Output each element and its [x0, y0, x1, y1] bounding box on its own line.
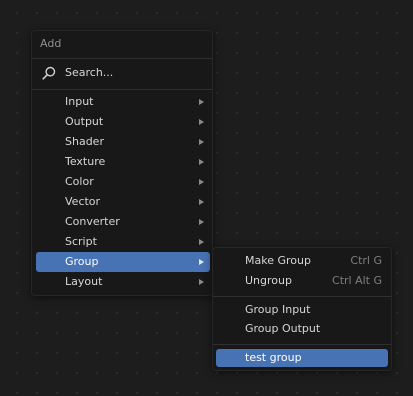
add-menu: Add Search... Input Output Shader Textur… [31, 30, 213, 296]
menu-item-test-group[interactable]: test group [216, 349, 388, 367]
chevron-right-icon [199, 239, 204, 245]
menu-item-label: Make Group [245, 254, 311, 267]
menu-item-label: Input [65, 95, 94, 108]
menu-item-color[interactable]: Color [36, 172, 210, 192]
chevron-right-icon [199, 119, 204, 125]
chevron-right-icon [199, 179, 204, 185]
menu-item-vector[interactable]: Vector [36, 192, 210, 212]
menu-item-texture[interactable]: Texture [36, 152, 210, 172]
menu-item-label: Ungroup [245, 274, 292, 287]
divider [32, 89, 212, 90]
menu-title: Add [40, 37, 62, 50]
chevron-right-icon [199, 219, 204, 225]
divider [32, 58, 212, 59]
menu-item-label: Converter [65, 215, 120, 228]
menu-item-make-group[interactable]: Make Group Ctrl G [216, 251, 388, 271]
chevron-right-icon [199, 279, 204, 285]
menu-item-label: Group [65, 255, 99, 268]
divider [213, 296, 391, 297]
shortcut-label: Ctrl Alt G [332, 274, 382, 287]
menu-item-input[interactable]: Input [36, 92, 210, 112]
menu-item-script[interactable]: Script [36, 232, 210, 252]
search-icon [42, 66, 56, 80]
chevron-right-icon [199, 159, 204, 165]
shortcut-label: Ctrl G [350, 254, 382, 267]
menu-item-label: Layout [65, 275, 103, 288]
chevron-right-icon [199, 99, 204, 105]
chevron-right-icon [199, 259, 204, 265]
menu-item-group-input[interactable]: Group Input [216, 300, 388, 320]
menu-item-converter[interactable]: Converter [36, 212, 210, 232]
menu-item-ungroup[interactable]: Ungroup Ctrl Alt G [216, 271, 388, 291]
menu-item-label: Color [65, 175, 94, 188]
menu-item-label: test group [245, 351, 302, 364]
menu-item-label: Group Output [245, 322, 321, 335]
search-label: Search... [65, 66, 114, 79]
menu-item-label: Texture [65, 155, 106, 168]
chevron-right-icon [199, 199, 204, 205]
search-menu-item[interactable]: Search... [36, 62, 208, 84]
divider [213, 344, 391, 345]
menu-item-label: Vector [65, 195, 101, 208]
menu-item-shader[interactable]: Shader [36, 132, 210, 152]
menu-item-group[interactable]: Group [36, 252, 210, 272]
menu-item-label: Output [65, 115, 104, 128]
menu-item-label: Group Input [245, 303, 311, 316]
chevron-right-icon [199, 139, 204, 145]
menu-item-label: Script [65, 235, 97, 248]
menu-item-label: Shader [65, 135, 104, 148]
menu-item-group-output[interactable]: Group Output [216, 319, 388, 339]
group-submenu: Make Group Ctrl G Ungroup Ctrl Alt G Gro… [212, 247, 392, 371]
menu-item-output[interactable]: Output [36, 112, 210, 132]
menu-item-layout[interactable]: Layout [36, 272, 210, 292]
